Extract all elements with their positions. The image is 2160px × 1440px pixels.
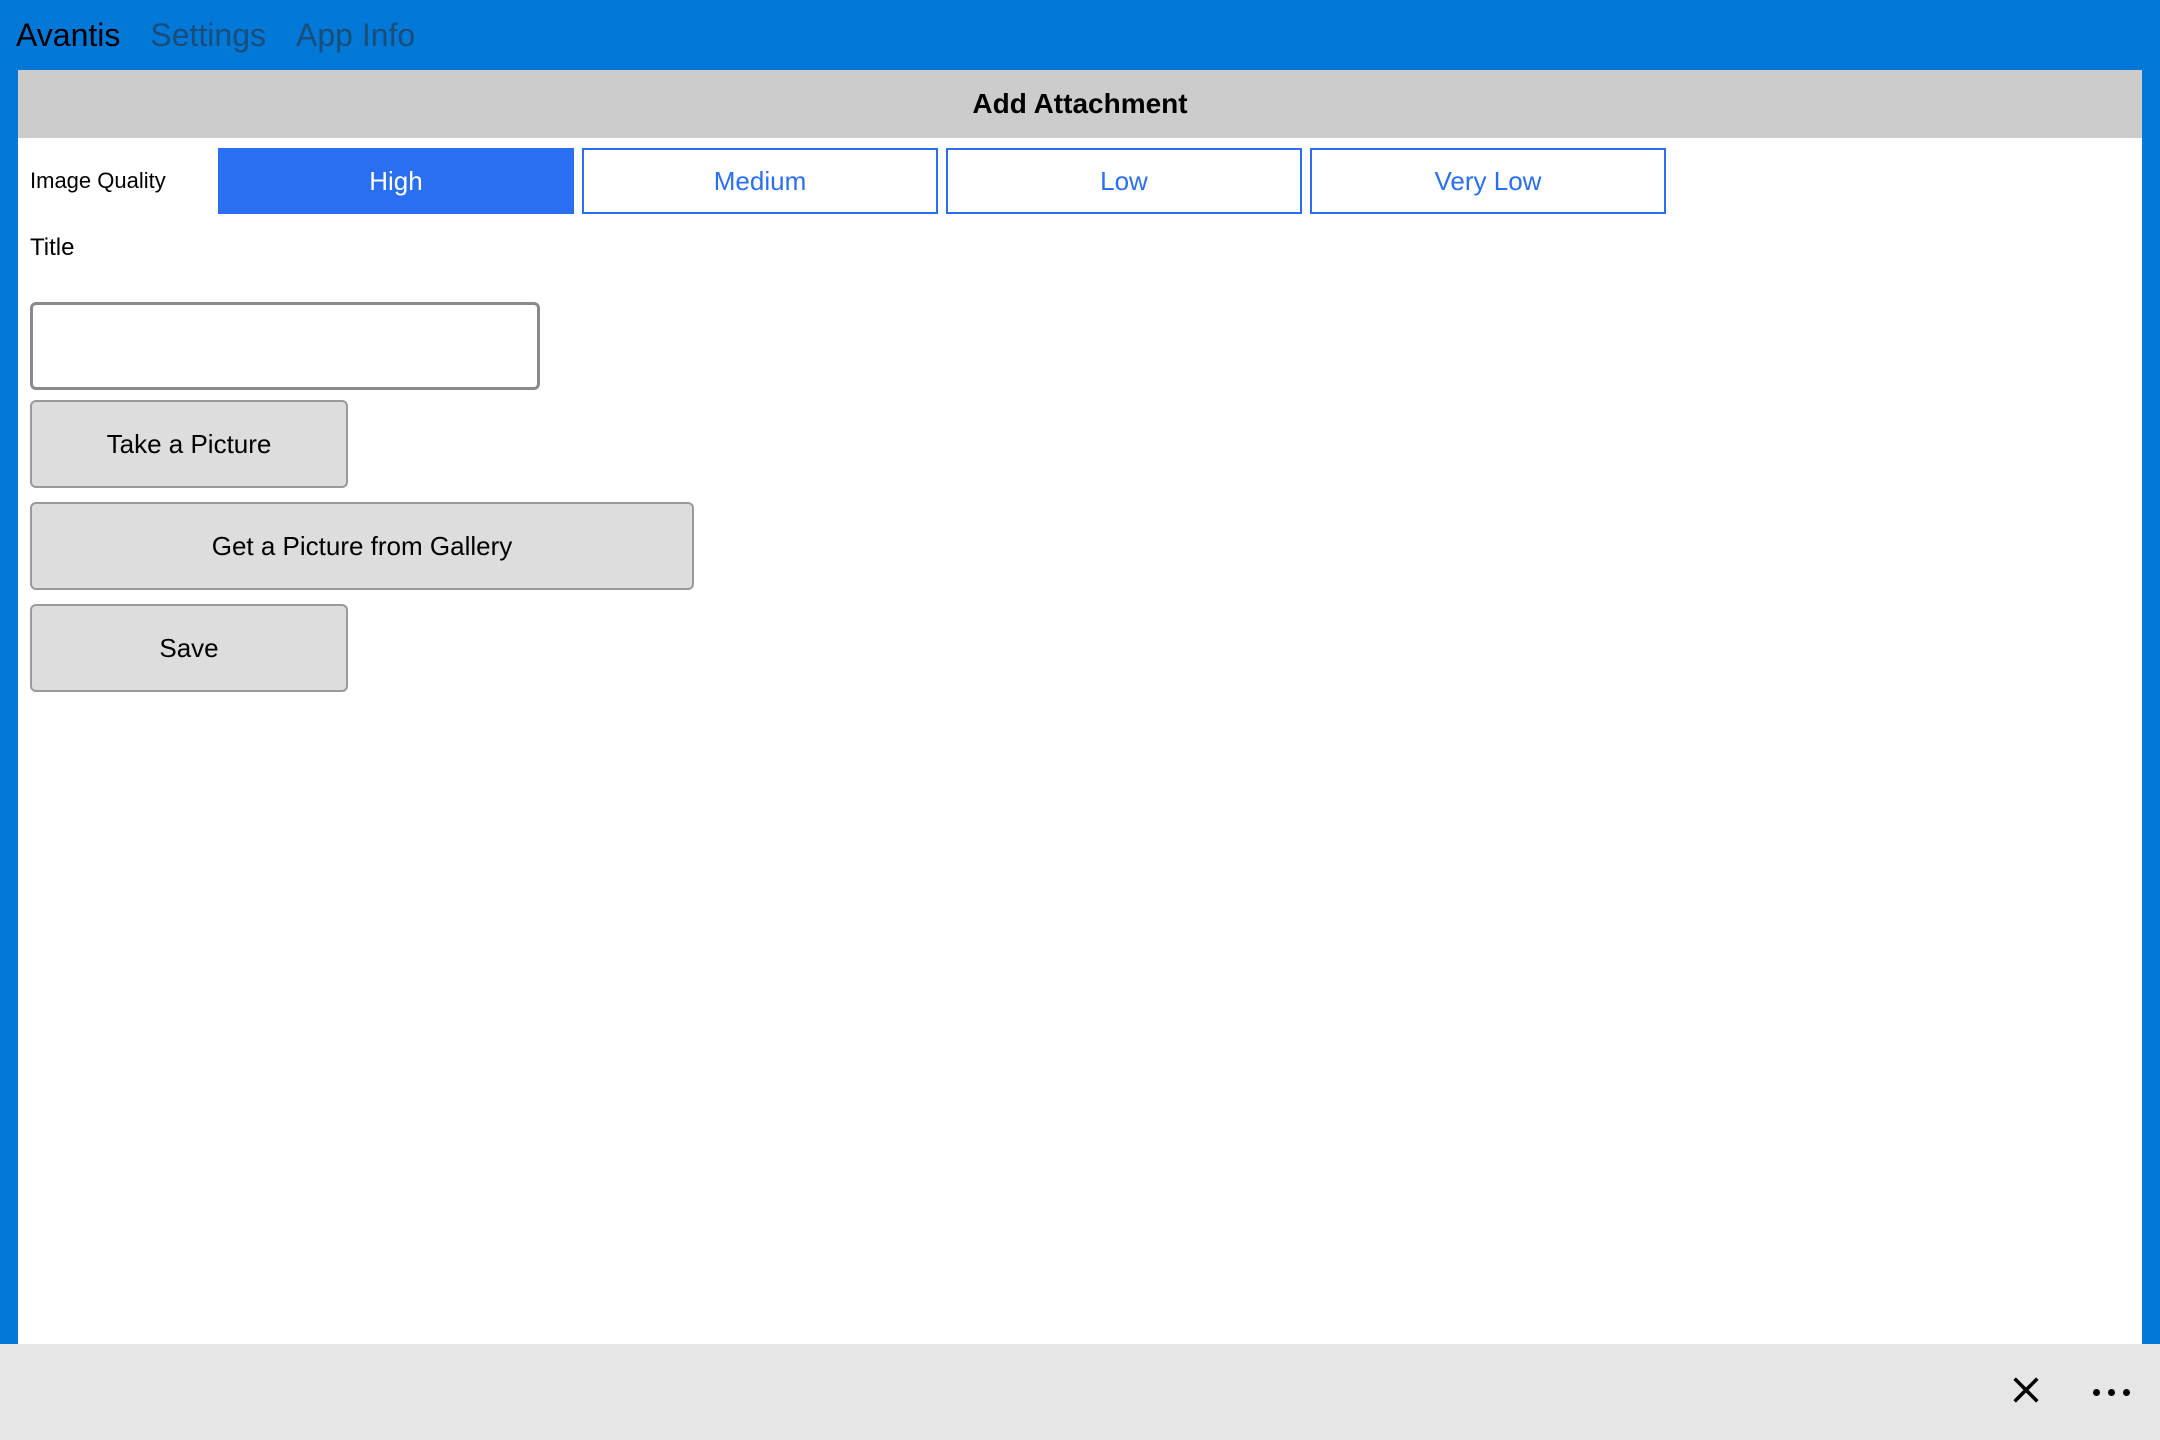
image-quality-label: Image Quality bbox=[28, 168, 218, 194]
quality-high[interactable]: High bbox=[218, 148, 574, 214]
image-quality-group: High Medium Low Very Low bbox=[218, 148, 1666, 214]
content-wrapper: Add Attachment Image Quality High Medium… bbox=[18, 70, 2142, 1344]
quality-medium[interactable]: Medium bbox=[582, 148, 938, 214]
gallery-button[interactable]: Get a Picture from Gallery bbox=[30, 502, 694, 590]
page-title: Add Attachment bbox=[18, 70, 2142, 138]
title-label: Title bbox=[28, 234, 2132, 262]
quality-low[interactable]: Low bbox=[946, 148, 1302, 214]
take-picture-button[interactable]: Take a Picture bbox=[30, 400, 348, 488]
title-input[interactable] bbox=[30, 302, 540, 390]
menu-app-info[interactable]: App Info bbox=[296, 17, 415, 54]
menu-avantis[interactable]: Avantis bbox=[16, 17, 120, 54]
menu-settings[interactable]: Settings bbox=[150, 17, 266, 54]
more-icon[interactable] bbox=[2093, 1389, 2130, 1396]
image-quality-row: Image Quality High Medium Low Very Low bbox=[28, 148, 2132, 214]
save-button[interactable]: Save bbox=[30, 604, 348, 692]
bottom-bar bbox=[0, 1344, 2160, 1440]
close-icon[interactable] bbox=[2009, 1373, 2043, 1412]
top-menu: Avantis Settings App Info bbox=[0, 0, 2160, 70]
quality-very-low[interactable]: Very Low bbox=[1310, 148, 1666, 214]
form-body: Image Quality High Medium Low Very Low T… bbox=[18, 138, 2142, 692]
